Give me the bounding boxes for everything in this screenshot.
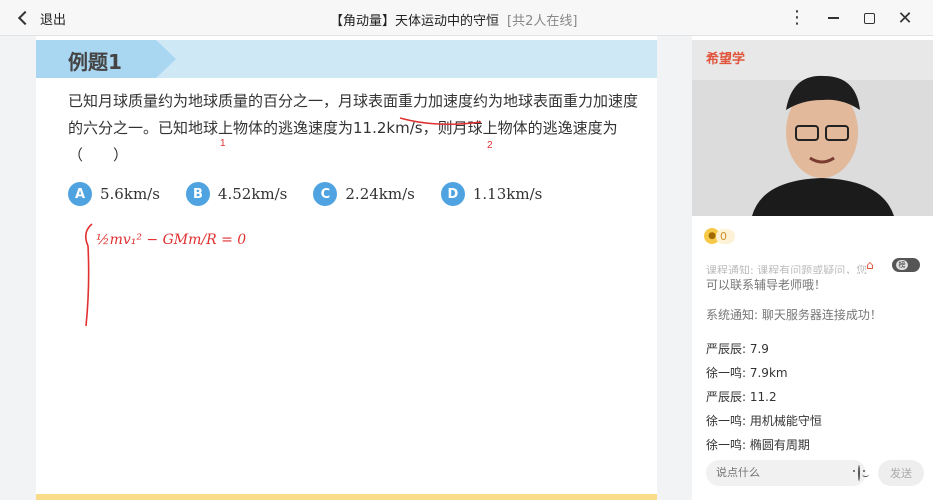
option-text: 1.13km/s [472,185,543,203]
side-panel: 希望学 ● 0 ⌂ 榜 课程通知: 课程有问题或疑问，您 可以联系辅导老师哦！ … [692,36,933,500]
toggle-knob: 榜 [896,260,908,270]
chat-message: 系统通知: 聊天服务器连接成功！ [706,308,882,322]
option-b[interactable]: B 4.52km/s [185,182,288,206]
handwritten-equation: ½mv₁² − GMm/R = 0 [96,232,246,248]
back-button[interactable]: 退出 [17,8,67,28]
teacher-video: 希望学 [692,40,933,216]
slide-title: 例题1 [68,50,122,74]
chat-input-box [706,460,869,486]
option-c[interactable]: C 2.24km/s [313,182,415,206]
maximize-button[interactable] [851,6,887,30]
chat-message: 课程通知: 课程有问题或疑问，您 [706,264,868,274]
option-text: 5.6km/s [100,185,160,203]
coin-count: 0 [716,228,735,244]
option-text: 4.52km/s [217,185,288,203]
chat-message: 徐一鸣: 7.9km [706,366,788,380]
chat-message: 严辰辰: 7.9 [706,342,769,356]
close-button[interactable]: ✕ [887,6,923,30]
close-icon: ✕ [897,7,913,29]
minimize-icon [827,17,839,19]
brand-logo: 希望学 [706,52,746,67]
slide-header: 例题1 [36,40,657,78]
online-count: [共2人在线] [507,14,578,29]
chat-message: 徐一鸣: 用机械能守恒 [706,414,822,428]
question-text: 已知月球质量约为地球质量的百分之一，月球表面重力加速度约为地球表面重力加速度的六… [68,92,639,164]
back-label: 退出 [40,12,67,28]
option-a[interactable]: A 5.6km/s [68,182,160,206]
option-text: 2.24km/s [345,185,415,203]
chat-message: 可以联系辅导老师哦！ [706,278,827,292]
home-icon[interactable]: ⌂ [866,258,880,272]
title-bar: 退出 【角动量】天体运动中的守恒 [共2人在线] ⋮ ✕ [0,0,933,36]
more-vertical-icon: ⋮ [788,7,806,28]
option-letter: B [185,182,210,206]
course-title: 【角动量】天体运动中的守恒 [330,14,500,29]
window-controls: ⋮ ✕ [779,6,923,30]
window-title: 【角动量】天体运动中的守恒 [共2人在线] [330,10,577,29]
send-button[interactable]: 发送 [878,460,924,486]
chat-input[interactable] [716,467,858,479]
chat-message: 徐一鸣: 椭圆有周期 [706,438,810,452]
answer-options: A 5.6km/s B 4.52km/s C 2.24km/s D 1.13km… [68,182,568,206]
chat-message: 严辰辰: 11.2 [706,390,777,404]
slide-bottom-bar [36,494,657,500]
maximize-icon [863,12,875,24]
chevron-left-icon [17,10,33,26]
option-letter: C [313,182,338,206]
option-letter: D [440,182,465,206]
coin-counter: ● 0 [704,228,735,244]
option-d[interactable]: D 1.13km/s [440,182,543,206]
emoji-icon[interactable] [853,465,869,481]
more-button[interactable]: ⋮ [779,6,815,30]
brace-stroke [84,223,93,327]
lesson-slide: 例题1 已知月球质量约为地球质量的百分之一，月球表面重力加速度约为地球表面重力加… [36,36,657,500]
minimize-button[interactable] [815,6,851,30]
option-letter: A [68,182,92,206]
leaderboard-toggle[interactable]: 榜 [892,258,920,272]
